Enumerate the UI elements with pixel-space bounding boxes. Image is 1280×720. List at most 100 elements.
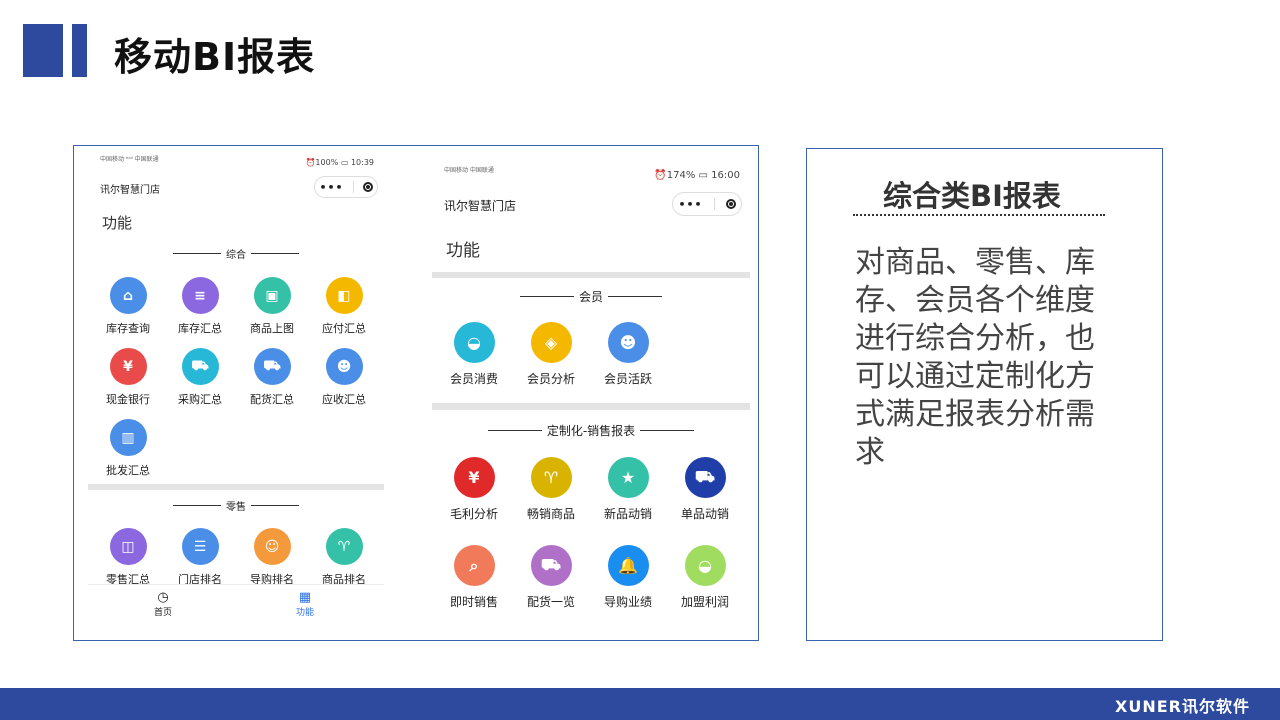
store-icon: ☰ xyxy=(181,528,219,565)
function-item-label: 会员活跃 xyxy=(603,372,652,386)
cash-yen-icon: ¥ xyxy=(109,348,147,385)
function-item-label: 应付汇总 xyxy=(322,322,366,335)
store-name: 讯尔智慧门店 xyxy=(444,199,517,213)
function-item[interactable]: ¥ 毛利分析 xyxy=(435,457,513,522)
function-item[interactable]: ★ 新品动销 xyxy=(589,457,667,522)
status-right: ⏰174% ▭ 16:00 xyxy=(654,170,740,181)
tshirt-icon: ♈ xyxy=(530,457,572,498)
function-title: 功能 xyxy=(446,241,480,261)
function-item[interactable]: ☻ 会员活跃 xyxy=(589,322,667,387)
function-item[interactable]: ◫ 零售汇总 xyxy=(93,528,163,587)
footer-brand: XUNER讯尔软件 xyxy=(1115,697,1250,716)
status-carrier: 中国移动 ᵉᵃˡˡ 中国联通 xyxy=(100,156,159,163)
function-item[interactable]: ⌂ 库存查询 xyxy=(93,277,163,336)
section-line xyxy=(487,430,542,431)
function-item[interactable]: ⛟ 单品动销 xyxy=(666,457,744,522)
slide-title: 移动BI报表 xyxy=(114,35,316,79)
status-carrier: 中国移动 中国联通 xyxy=(444,167,494,174)
function-item-label: 导购业绩 xyxy=(603,595,652,609)
function-item-label: 即时销售 xyxy=(449,595,498,609)
section-label: 定制化-销售报表 xyxy=(546,424,636,438)
function-item-label: 批发汇总 xyxy=(106,464,150,477)
function-item[interactable]: ☰ 门店排名 xyxy=(165,528,235,587)
function-item[interactable]: ⛟ 配货一览 xyxy=(512,545,590,610)
function-item-label: 单品动销 xyxy=(680,507,729,521)
function-item[interactable]: ◧ 应付汇总 xyxy=(309,277,379,336)
function-item-label: 库存查询 xyxy=(106,322,150,335)
miniapp-capsule[interactable]: ••• xyxy=(672,192,742,216)
section-label: 会员 xyxy=(578,290,603,304)
shopping-bag-icon: ◫ xyxy=(109,528,147,565)
screenshots-frame: 中国移动 ᵉᵃˡˡ 中国联通 ⏰100% ▭ 10:39 讯尔智慧门店 ••• … xyxy=(73,145,759,641)
close-target-icon[interactable] xyxy=(725,199,736,209)
miniapp-capsule[interactable]: ••• xyxy=(314,176,378,198)
wallet-icon: ◧ xyxy=(325,277,363,314)
function-item-label: 商品上图 xyxy=(250,322,294,335)
function-item[interactable]: ▣ 商品上图 xyxy=(237,277,307,336)
function-item[interactable]: ≡ 库存汇总 xyxy=(165,277,235,336)
function-item[interactable]: ▥ 批发汇总 xyxy=(93,419,163,478)
function-item[interactable]: ⛟ 配货汇总 xyxy=(237,348,307,407)
section-divider xyxy=(432,403,750,410)
function-item-label: 毛利分析 xyxy=(449,507,498,521)
close-target-icon[interactable] xyxy=(362,182,373,192)
tab-function-label: 功能 xyxy=(296,608,315,618)
section-line xyxy=(640,430,695,431)
title-accent-bar-thin xyxy=(72,24,87,77)
description-text: 对商品、零售、库存、会员各个维度进行综合分析，也可以通过定制化方式满足报表分析需… xyxy=(855,245,1095,470)
function-item[interactable]: 🔔 导购业绩 xyxy=(589,545,667,610)
section-divider xyxy=(432,272,750,278)
function-item-label: 应收汇总 xyxy=(322,393,366,406)
tab-home[interactable]: ◷ 首页 xyxy=(154,591,173,619)
section-header-zonghe: 综合 xyxy=(88,246,384,261)
image-icon: ▣ xyxy=(253,277,291,314)
tshirt-icon: ♈ xyxy=(325,528,363,565)
description-box: 综合类BI报表 对商品、零售、库存、会员各个维度进行综合分析，也可以通过定制化方… xyxy=(806,148,1163,641)
function-title: 功能 xyxy=(102,214,133,232)
function-item[interactable]: ⌕ 即时销售 xyxy=(435,545,513,610)
warehouse-icon: ▥ xyxy=(109,419,147,456)
section-line xyxy=(251,253,299,254)
house-search-icon: ⌂ xyxy=(109,277,147,314)
function-item[interactable]: ☺ 导购排名 xyxy=(237,528,307,587)
delivery-truck-icon: ⛟ xyxy=(530,545,572,586)
tab-function[interactable]: ▦ 功能 xyxy=(296,591,315,619)
function-item-label: 采购汇总 xyxy=(178,393,222,406)
function-item[interactable]: ◈ 会员分析 xyxy=(512,322,590,387)
phone-screen-2: 中国移动 中国联通 ⏰174% ▭ 16:00 讯尔智慧门店 ••• 功能 会员… xyxy=(432,146,750,640)
guide-card-icon: ☺ xyxy=(253,528,291,565)
section-label: 综合 xyxy=(226,250,246,261)
section-line xyxy=(251,505,299,506)
function-item[interactable]: ◒ 会员消费 xyxy=(435,322,513,387)
title-accent-bar xyxy=(23,24,63,77)
users-icon: ☻ xyxy=(325,348,363,385)
section-header-lingshou: 零售 xyxy=(88,498,384,513)
bell-icon: 🔔 xyxy=(607,545,649,586)
function-item-label: 加盟利润 xyxy=(680,595,729,609)
bottom-tab-bar: ◷ 首页 ▦ 功能 xyxy=(88,584,384,626)
footer-bar: XUNER讯尔软件 xyxy=(0,688,1280,720)
section-divider xyxy=(88,484,384,490)
delivery-truck-icon: ⛟ xyxy=(253,348,291,385)
function-item[interactable]: ♈ 商品排名 xyxy=(309,528,379,587)
more-dots-icon[interactable]: ••• xyxy=(678,198,702,211)
function-item-label: 畅销商品 xyxy=(526,507,575,521)
section-label: 零售 xyxy=(226,502,246,513)
diamond-icon: ◈ xyxy=(530,322,572,363)
tab-home-label: 首页 xyxy=(154,608,173,618)
money-bag-icon: ◒ xyxy=(684,545,726,586)
status-right: ⏰100% ▭ 10:39 xyxy=(305,158,374,167)
users-icon: ☻ xyxy=(607,322,649,363)
capsule-separator xyxy=(713,198,715,210)
cart-icon: ⛟ xyxy=(181,348,219,385)
description-title-underline xyxy=(853,214,1105,216)
phone-screen-1: 中国移动 ᵉᵃˡˡ 中国联通 ⏰100% ▭ 10:39 讯尔智慧门店 ••• … xyxy=(88,146,384,626)
function-item[interactable]: ¥ 现金银行 xyxy=(93,348,163,407)
function-item[interactable]: ♈ 畅销商品 xyxy=(512,457,590,522)
function-item[interactable]: ☻ 应收汇总 xyxy=(309,348,379,407)
function-item[interactable]: ⛟ 采购汇总 xyxy=(165,348,235,407)
more-dots-icon[interactable]: ••• xyxy=(319,181,343,194)
function-item[interactable]: ◒ 加盟利润 xyxy=(666,545,744,610)
image-search-icon: ⌕ xyxy=(453,545,495,586)
list-doc-icon: ≡ xyxy=(181,277,219,314)
